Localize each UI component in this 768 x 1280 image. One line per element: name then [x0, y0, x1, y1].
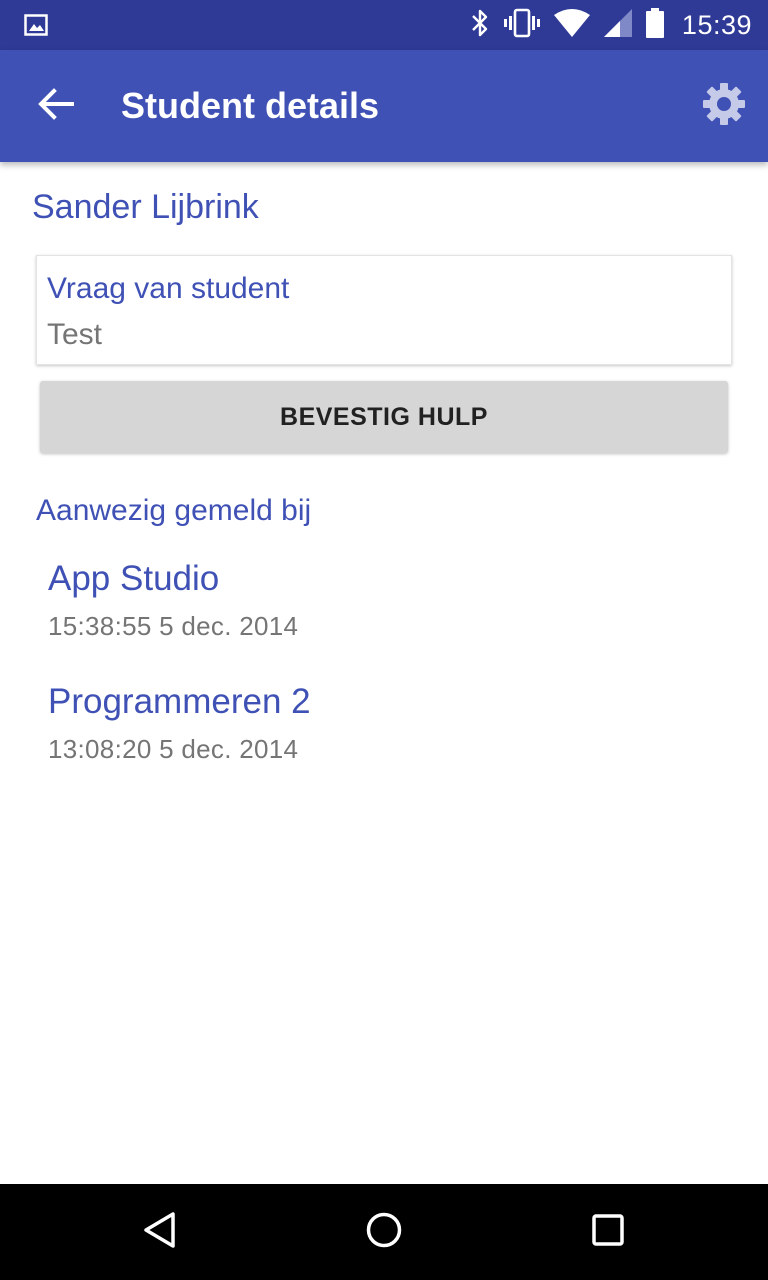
nav-back-button[interactable]: [130, 1202, 190, 1262]
status-icons: 15:39: [470, 0, 752, 50]
check-in-time: 15:38:55 5 dec. 2014: [48, 611, 299, 641]
image-notification-icon: [24, 14, 48, 36]
attendance-section-title: Aanwezig gemeld bij: [36, 494, 312, 527]
confirm-help-button[interactable]: BEVESTIG HULP: [40, 381, 728, 453]
nav-recents-icon: [588, 1210, 628, 1255]
app-bar: Student details: [0, 50, 768, 162]
nav-back-icon: [140, 1210, 180, 1255]
page-title: Student details: [121, 85, 380, 126]
status-time: 15:39: [681, 9, 752, 40]
attendance-list: App Studio 15:38:55 5 dec. 2014 Programm…: [48, 556, 728, 802]
check-in-time: 13:08:20 5 dec. 2014: [48, 734, 299, 764]
settings-button[interactable]: [694, 76, 754, 136]
bluetooth-icon: [470, 8, 490, 43]
navigation-bar: [0, 1184, 768, 1280]
back-button[interactable]: [26, 76, 86, 136]
question-text: Test: [47, 318, 103, 351]
cell-signal-icon: [603, 8, 632, 42]
nav-recents-button[interactable]: [578, 1202, 638, 1262]
question-card: Vraag van student Test: [36, 255, 732, 365]
student-name: Sander Lijbrink: [32, 188, 259, 226]
vibrate-icon: [503, 8, 540, 43]
wifi-icon: [553, 8, 590, 42]
battery-icon: [645, 7, 664, 43]
arrow-back-icon: [38, 87, 74, 125]
question-label: Vraag van student: [47, 272, 290, 305]
course-name: Programmeren 2: [48, 682, 311, 721]
nav-home-icon: [364, 1210, 404, 1255]
list-item[interactable]: App Studio 15:38:55 5 dec. 2014: [48, 556, 728, 679]
nav-home-button[interactable]: [354, 1202, 414, 1262]
list-item[interactable]: Programmeren 2 13:08:20 5 dec. 2014: [48, 679, 728, 802]
course-name: App Studio: [48, 559, 220, 598]
gear-icon: [702, 82, 746, 131]
status-bar: 15:39: [0, 0, 768, 50]
